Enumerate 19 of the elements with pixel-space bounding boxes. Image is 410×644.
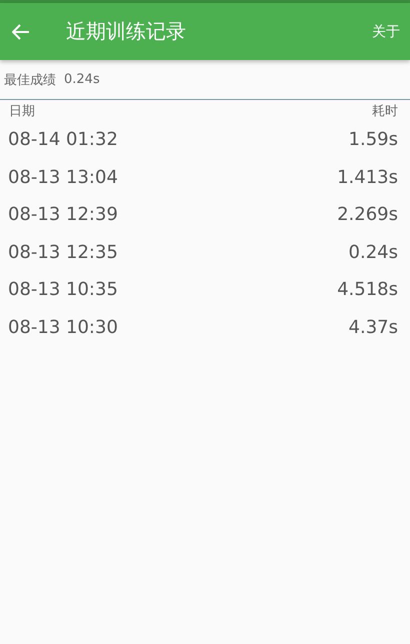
duration-cell: 2.269s — [337, 204, 398, 226]
date-cell: 08-13 12:39 — [8, 204, 118, 226]
about-button[interactable]: 关于 — [372, 22, 400, 40]
date-cell: 08-13 12:35 — [8, 242, 118, 263]
screen-title: 近期训练记录 — [66, 18, 187, 45]
duration-cell: 0.24s — [348, 242, 398, 263]
date-cell: 08-13 10:35 — [8, 279, 118, 300]
date-cell: 08-13 13:04 — [8, 166, 118, 188]
duration-cell: 4.518s — [337, 279, 398, 300]
back-arrow-icon[interactable] — [12, 24, 30, 40]
column-header: 耗时 — [372, 103, 398, 120]
column-header: 日期 — [9, 103, 35, 120]
duration-cell: 4.37s — [348, 316, 398, 338]
duration-cell: 1.413s — [337, 166, 398, 188]
duration-cell: 1.59s — [348, 129, 398, 150]
best-score-label: 最佳成绩 — [4, 72, 56, 88]
date-cell: 08-14 01:32 — [8, 129, 118, 150]
date-cell: 08-13 10:30 — [8, 316, 118, 338]
best-score-value: 0.24s — [64, 72, 100, 87]
